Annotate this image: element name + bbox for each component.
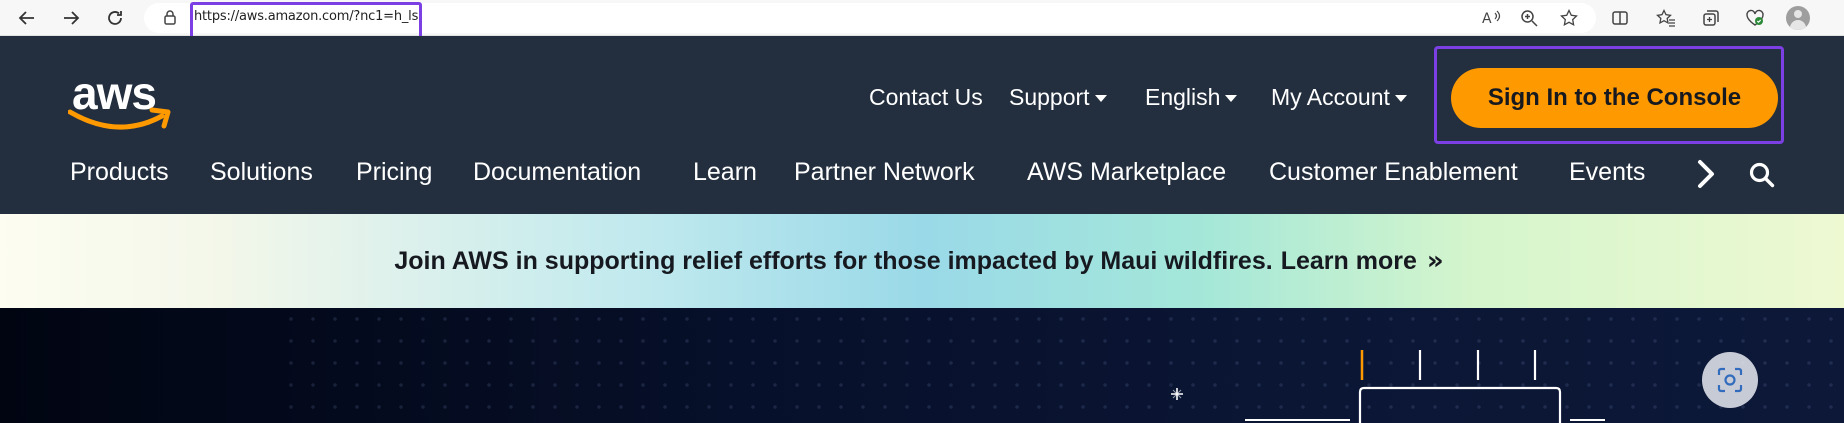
contact-us-link[interactable]: Contact Us bbox=[869, 84, 983, 111]
contact-us-label: Contact Us bbox=[869, 84, 983, 110]
caret-down-icon bbox=[1225, 95, 1238, 102]
favorites-icon[interactable] bbox=[1655, 7, 1677, 29]
nav-item-solutions[interactable]: Solutions bbox=[210, 158, 313, 187]
favorite-star-icon[interactable] bbox=[1558, 7, 1580, 29]
nav-item-learn[interactable]: Learn bbox=[693, 158, 757, 187]
search-icon[interactable] bbox=[1748, 161, 1776, 189]
nav-item-documentation[interactable]: Documentation bbox=[473, 158, 641, 187]
visual-search-button[interactable] bbox=[1702, 352, 1758, 408]
aws-header: aws Contact Us Support English My Accoun… bbox=[0, 36, 1844, 214]
caret-down-icon bbox=[1094, 95, 1107, 102]
nav-item-customer-enablement[interactable]: Customer Enablement bbox=[1269, 158, 1518, 187]
nav-item-partner-network[interactable]: Partner Network bbox=[794, 158, 975, 187]
language-menu[interactable]: English bbox=[1145, 84, 1238, 111]
aws-smile-icon bbox=[68, 107, 171, 130]
lock-icon[interactable] bbox=[162, 9, 178, 25]
refresh-icon[interactable] bbox=[102, 5, 128, 31]
banner-text: Join AWS in supporting relief efforts fo… bbox=[394, 246, 1273, 275]
my-account-label: My Account bbox=[1271, 84, 1390, 110]
browser-toolbar: https://aws.amazon.com/?nc1=h_ls A bbox=[0, 0, 1844, 40]
split-screen-icon[interactable] bbox=[1609, 7, 1631, 29]
sign-in-console-button[interactable]: Sign In to the Console bbox=[1451, 68, 1778, 128]
my-account-menu[interactable]: My Account bbox=[1271, 84, 1407, 111]
collections-icon[interactable] bbox=[1700, 7, 1722, 29]
caret-down-icon bbox=[1394, 95, 1407, 102]
url-highlight-box bbox=[190, 2, 422, 40]
support-label: Support bbox=[1009, 84, 1090, 110]
double-chevron-right-icon[interactable]: » bbox=[1427, 246, 1444, 276]
nav-item-products[interactable]: Products bbox=[70, 158, 169, 187]
back-icon[interactable] bbox=[14, 5, 40, 31]
language-label: English bbox=[1145, 84, 1221, 110]
read-aloud-icon[interactable]: A bbox=[1481, 7, 1503, 29]
hero-section bbox=[0, 308, 1844, 423]
nav-item-events[interactable]: Events bbox=[1569, 158, 1645, 187]
nav-item-pricing[interactable]: Pricing bbox=[356, 158, 432, 187]
wildfire-relief-banner: Join AWS in supporting relief efforts fo… bbox=[0, 214, 1844, 308]
support-menu[interactable]: Support bbox=[1009, 84, 1107, 111]
forward-icon[interactable] bbox=[58, 5, 84, 31]
svg-text:A: A bbox=[1482, 11, 1492, 27]
circuit-illustration bbox=[1171, 350, 1605, 423]
browser-essentials-icon[interactable] bbox=[1744, 7, 1766, 29]
profile-icon[interactable] bbox=[1786, 6, 1810, 30]
nav-item-aws-marketplace[interactable]: AWS Marketplace bbox=[1027, 158, 1226, 187]
aws-logo[interactable]: aws bbox=[68, 66, 178, 136]
zoom-icon[interactable] bbox=[1518, 7, 1540, 29]
banner-learn-more-link[interactable]: Learn more bbox=[1281, 247, 1417, 276]
main-nav: Products Solutions Pricing Documentation… bbox=[0, 150, 1844, 200]
scan-icon bbox=[1717, 367, 1743, 393]
nav-next-arrow-icon[interactable] bbox=[1694, 156, 1722, 192]
